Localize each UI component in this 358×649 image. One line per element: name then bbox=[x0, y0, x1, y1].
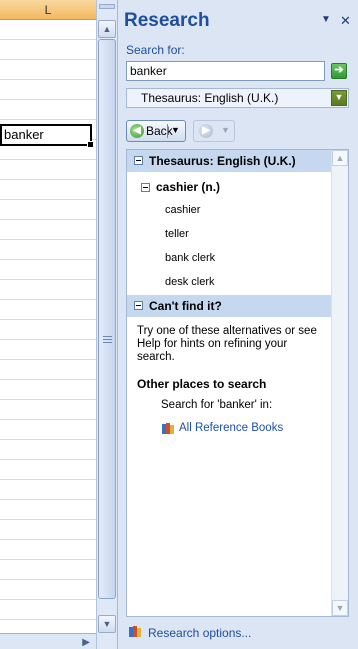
close-icon[interactable]: ✕ bbox=[340, 13, 351, 29]
reference-books-icon bbox=[129, 626, 141, 637]
collapse-toggle-icon[interactable] bbox=[141, 183, 150, 192]
synonym-item[interactable]: cashier bbox=[165, 204, 200, 216]
vertical-scrollbar[interactable]: ▲ ▼ bbox=[96, 0, 117, 649]
back-arrow-icon: ◀ bbox=[130, 124, 144, 138]
search-for-text: Search for 'banker' in: bbox=[161, 399, 273, 411]
section-thesaurus-label: Thesaurus: English (U.K.) bbox=[149, 154, 296, 168]
scroll-down-button[interactable]: ▼ bbox=[332, 600, 348, 616]
alternatives-text: Try one of these alternatives or see Hel… bbox=[137, 325, 317, 363]
section-cant-find[interactable]: Can't find it? bbox=[127, 295, 331, 317]
synonym-item[interactable]: teller bbox=[165, 228, 189, 240]
synonym-item[interactable]: bank clerk bbox=[165, 252, 215, 264]
reference-source-select[interactable]: Thesaurus: English (U.K.) ▼ bbox=[126, 88, 349, 108]
grip-icon bbox=[103, 336, 112, 344]
research-options-label: Research options... bbox=[148, 626, 252, 640]
all-reference-books-link[interactable]: All Reference Books bbox=[161, 421, 321, 439]
research-pane: Research ▼ ✕ Search for: ➔ Thesaurus: En… bbox=[117, 0, 358, 649]
cell-grid[interactable] bbox=[0, 20, 96, 634]
search-label: Search for: bbox=[126, 43, 185, 57]
pane-menu-icon[interactable]: ▼ bbox=[321, 14, 331, 25]
section-cant-find-label: Can't find it? bbox=[149, 299, 222, 313]
scroll-up-button[interactable]: ▲ bbox=[98, 20, 116, 38]
scroll-thumb[interactable] bbox=[98, 39, 116, 599]
collapse-toggle-icon[interactable] bbox=[134, 156, 143, 165]
section-thesaurus[interactable]: Thesaurus: English (U.K.) bbox=[127, 150, 331, 172]
chevron-down-icon[interactable]: ▼ bbox=[331, 90, 347, 106]
forward-arrow-icon: ▶ bbox=[199, 124, 213, 138]
results-scrollbar[interactable]: ▲ ▼ bbox=[331, 150, 348, 616]
reference-books-icon bbox=[162, 423, 174, 434]
search-input[interactable] bbox=[126, 61, 325, 81]
forward-button[interactable]: ▶ ▼ bbox=[193, 120, 235, 142]
back-dropdown-icon[interactable]: ▼ bbox=[171, 125, 180, 135]
results-panel: Thesaurus: English (U.K.) cashier (n.) c… bbox=[126, 149, 349, 617]
pane-title: Research bbox=[124, 10, 210, 31]
entry-heading-label: cashier (n.) bbox=[156, 180, 221, 194]
back-button[interactable]: ◀ Back ▼ bbox=[126, 120, 186, 142]
all-reference-books-label: All Reference Books bbox=[179, 422, 284, 434]
divider bbox=[167, 124, 168, 138]
forward-dropdown-icon[interactable]: ▼ bbox=[221, 125, 230, 135]
green-arrow-go-icon: ➔ bbox=[334, 64, 344, 76]
scroll-down-button[interactable]: ▼ bbox=[98, 615, 116, 633]
go-button[interactable]: ➔ bbox=[331, 63, 347, 79]
horizontal-scrollbar[interactable]: ▶ bbox=[0, 633, 96, 649]
back-label: Back bbox=[146, 124, 173, 138]
active-cell[interactable]: banker bbox=[0, 124, 94, 148]
column-header-l[interactable]: L bbox=[0, 0, 96, 20]
other-places-heading: Other places to search bbox=[137, 377, 267, 391]
split-box[interactable] bbox=[99, 4, 115, 9]
source-selected-value: Thesaurus: English (U.K.) bbox=[141, 91, 279, 105]
scroll-up-button[interactable]: ▲ bbox=[332, 150, 348, 166]
collapse-toggle-icon[interactable] bbox=[134, 301, 143, 310]
research-options-link[interactable]: Research options... bbox=[128, 625, 288, 643]
scroll-right-icon[interactable]: ▶ bbox=[82, 637, 90, 648]
spreadsheet-area: L banker ▶ bbox=[0, 0, 97, 649]
synonym-item[interactable]: desk clerk bbox=[165, 276, 215, 288]
